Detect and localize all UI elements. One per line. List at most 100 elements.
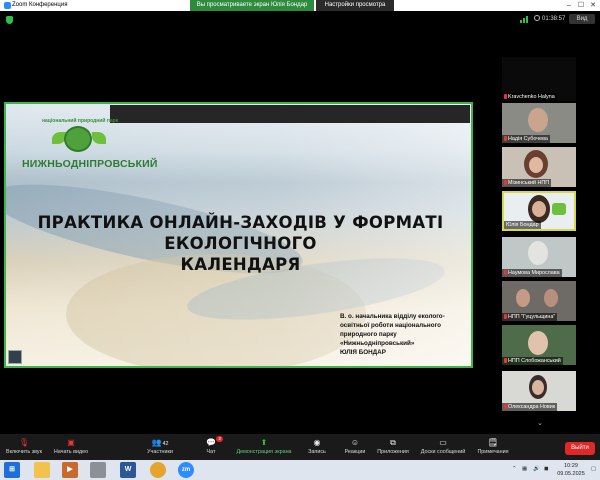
meeting-timer: 01:38:57: [534, 15, 565, 22]
reactions-button[interactable]: ☺ Реакции: [341, 438, 369, 455]
presenter-line: В. о. начальника відділу еколого-: [340, 313, 445, 320]
participant-tile[interactable]: Олександра Новик: [502, 371, 576, 411]
apps-icon: ⧉: [390, 438, 396, 447]
slide-presenter-info: В. о. начальника відділу еколого- освітн…: [340, 312, 470, 357]
slide-title-line-2: КАЛЕНДАРЯ: [180, 255, 301, 274]
presenter-line: «Нижньодніпровський»: [340, 340, 415, 347]
gallery-down-arrow-icon[interactable]: ⌄: [533, 419, 547, 429]
reactions-label: Реакции: [344, 449, 366, 455]
muted-mic-icon: [504, 314, 507, 319]
reactions-icon: ☺: [350, 438, 360, 447]
participants-count: 42: [162, 441, 169, 447]
meeting-timer-text: 01:38:57: [542, 16, 566, 22]
participant-name: Наумова Мирослава: [502, 269, 562, 277]
participant-name: Надія Субочева: [502, 135, 550, 143]
apps-button[interactable]: ⧉ Приложения: [375, 438, 411, 455]
windows-start-icon[interactable]: ⊞: [4, 462, 20, 478]
participant-tile-active-speaker[interactable]: Юлія Бондар: [502, 191, 576, 231]
park-logo-thumbnail: [552, 203, 566, 215]
video-off-icon: ▣: [67, 438, 75, 447]
participant-name: НПП Слобожанський: [502, 357, 563, 365]
park-logo-name: НИЖНЬОДНІПРОВСЬКИЙ: [22, 158, 158, 170]
muted-mic-icon: [504, 358, 507, 363]
slide-title: ПРАКТИКА ОНЛАЙН-ЗАХОДІВ У ФОРМАТІ ЕКОЛОГ…: [6, 212, 471, 275]
notes-icon: 🗒: [487, 438, 499, 447]
close-icon[interactable]: ✕: [587, 0, 599, 11]
notes-button[interactable]: 🗒 Примечания: [474, 438, 512, 455]
start-video-label: Начать видео: [53, 449, 89, 455]
clock-icon: [534, 15, 540, 21]
participant-tile[interactable]: НПП Слобожанський: [502, 325, 576, 365]
view-button[interactable]: Вид: [569, 14, 595, 24]
record-label: Запись: [308, 449, 326, 455]
muted-mic-icon: [504, 270, 507, 275]
participant-tile[interactable]: Наумова Мирослава: [502, 237, 576, 277]
participant-video: [528, 108, 548, 132]
apps-label: Приложения: [377, 449, 409, 455]
muted-mic-icon: [504, 94, 507, 99]
participants-label: Участники: [147, 449, 173, 455]
participant-video: [528, 241, 548, 265]
unmute-label: Включить звук: [6, 449, 42, 455]
chat-label: Чат: [206, 449, 216, 455]
participant-name: НПП "Гуцульщина": [502, 313, 558, 321]
participant-name: Kravchenko Halyna: [502, 93, 557, 101]
chat-badge: 2: [216, 436, 223, 442]
encryption-shield-icon[interactable]: [6, 16, 13, 24]
file-explorer-icon[interactable]: [34, 462, 50, 478]
word-icon[interactable]: W: [120, 462, 136, 478]
chat-button[interactable]: 💬 2 Чат: [201, 436, 223, 455]
share-screen-button[interactable]: ⬆ Демонстрация экрана: [234, 438, 294, 455]
participant-name: Мізинський НПП: [502, 179, 552, 187]
share-screen-label: Демонстрация экрана: [236, 449, 292, 455]
network-signal-icon[interactable]: [520, 16, 529, 23]
participant-video-face: [532, 380, 544, 395]
participant-name: Олександра Новик: [502, 403, 558, 411]
muted-mic-icon: [504, 404, 507, 409]
view-settings-button[interactable]: Настройки просмотра: [316, 0, 394, 11]
zoom-taskbar-icon[interactable]: zm: [178, 462, 194, 478]
start-video-button[interactable]: ▣ Начать видео: [52, 438, 90, 455]
notifications-icon[interactable]: ▢: [591, 466, 596, 472]
zoom-app-icon: [4, 2, 11, 9]
app-icon[interactable]: [90, 462, 106, 478]
presenter-line: освітньої роботи національного: [340, 322, 441, 329]
language-icon[interactable]: ◼: [544, 466, 549, 472]
participant-video: [516, 289, 530, 307]
leave-button[interactable]: Выйти: [565, 442, 595, 455]
record-button[interactable]: ◉ Запись: [305, 438, 329, 455]
share-screen-icon: ⬆: [260, 438, 268, 447]
muted-mic-icon: [504, 136, 507, 141]
chrome-icon[interactable]: [150, 462, 166, 478]
presenter-line: ЮЛІЯ БОНДАР: [340, 349, 386, 356]
notes-label: Примечания: [477, 449, 509, 455]
globe-icon: [64, 126, 92, 152]
participant-name: Юлія Бондар: [504, 221, 541, 229]
whiteboard-icon: ▭: [439, 438, 447, 447]
whiteboard-label: Доски сообщений: [420, 449, 466, 455]
window-titlebar: Zoom Конференция Вы просматриваете экран…: [0, 0, 600, 11]
unmute-button[interactable]: 🎙 Включить звук: [5, 438, 43, 455]
slide-redaction-bar: [110, 105, 470, 123]
media-player-icon[interactable]: ▶: [62, 462, 78, 478]
clock-date: 09.05.2025: [557, 471, 585, 477]
network-icon[interactable]: ▦: [522, 466, 527, 472]
participant-video: [528, 331, 548, 355]
participant-tile[interactable]: Kravchenko Halyna: [502, 57, 576, 101]
muted-microphone-icon: 🎙: [18, 438, 30, 447]
volume-icon[interactable]: 🔊: [533, 466, 540, 472]
record-icon: ◉: [313, 438, 321, 447]
participant-video-face: [529, 157, 543, 173]
whiteboard-button[interactable]: ▭ Доски сообщений: [418, 438, 468, 455]
taskbar-clock[interactable]: 10:29 09.05.2025: [554, 462, 588, 478]
participant-tile[interactable]: Мізинський НПП: [502, 147, 576, 187]
participants-button[interactable]: 👥42 Участники: [144, 438, 176, 455]
clock-time: 10:29: [564, 463, 578, 469]
minimize-icon[interactable]: –: [563, 0, 575, 11]
maximize-icon[interactable]: ☐: [575, 0, 587, 11]
participant-tile[interactable]: Надія Субочева: [502, 103, 576, 143]
participant-tile[interactable]: НПП "Гуцульщина": [502, 281, 576, 321]
tray-arrow-icon[interactable]: ⌃: [512, 466, 517, 472]
leaf-icon: [92, 132, 106, 144]
muted-mic-icon: [504, 180, 507, 185]
